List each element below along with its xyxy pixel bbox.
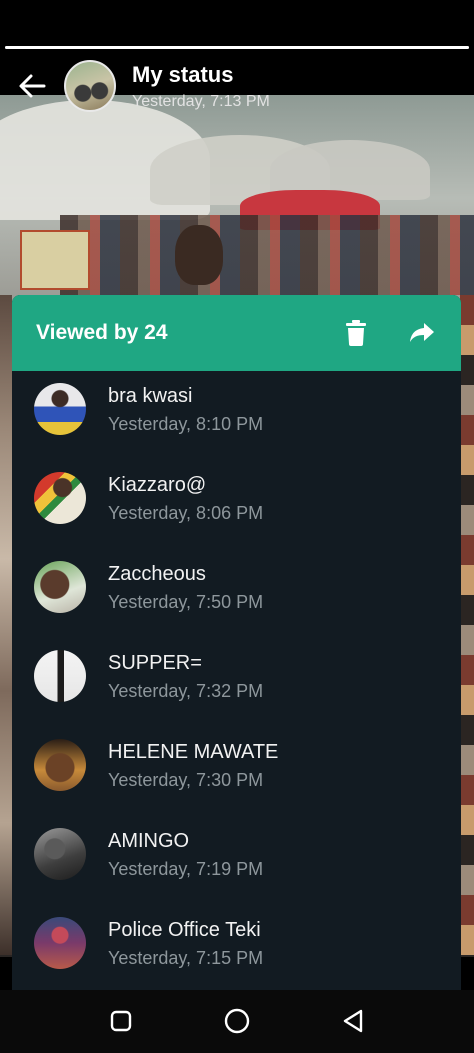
delete-button[interactable]: [341, 318, 371, 348]
viewer-avatar: [34, 561, 86, 613]
viewer-row[interactable]: AMINGO Yesterday, 7:19 PM: [12, 816, 461, 905]
viewers-count-title: Viewed by 24: [36, 321, 168, 344]
scene-edge-left: [0, 295, 12, 955]
circle-icon: [224, 1008, 250, 1034]
my-avatar[interactable]: [64, 60, 116, 112]
viewer-name: Zaccheous: [108, 563, 206, 585]
share-forward-icon: [410, 323, 434, 342]
scene-crowd: [60, 215, 474, 295]
viewer-name: bra kwasi: [108, 385, 193, 407]
viewer-name: SUPPER=: [108, 652, 202, 674]
viewer-name: Police Office Teki: [108, 919, 261, 941]
viewer-time: Yesterday, 7:32 PM: [108, 681, 264, 701]
viewer-row[interactable]: SUPPER= Yesterday, 7:32 PM: [12, 638, 461, 727]
scene-person: [175, 225, 223, 285]
viewer-row[interactable]: Kiazzaro@ Yesterday, 8:06 PM: [12, 460, 461, 549]
viewer-row[interactable]: Zaccheous Yesterday, 7:50 PM: [12, 549, 461, 638]
viewer-time: Yesterday, 7:50 PM: [108, 592, 264, 612]
scene-edge-right: [460, 295, 474, 955]
viewer-avatar: [34, 472, 86, 524]
viewer-avatar: [34, 828, 86, 880]
viewer-avatar: [34, 739, 86, 791]
viewer-avatar: [34, 650, 86, 702]
nav-home-button[interactable]: [220, 1004, 254, 1038]
system-nav-bar: [0, 990, 474, 1053]
viewer-row[interactable]: bra kwasi Yesterday, 8:10 PM: [12, 371, 461, 460]
trash-icon: [346, 320, 366, 346]
square-icon: [110, 1010, 132, 1032]
viewer-name: AMINGO: [108, 830, 190, 852]
triangle-back-icon: [343, 1009, 363, 1033]
viewer-avatar: [34, 383, 86, 435]
viewer-row[interactable]: Police Office Teki Yesterday, 7:15 PM: [12, 905, 461, 994]
nav-back-button[interactable]: [336, 1004, 370, 1038]
arrow-back-icon: [19, 74, 46, 98]
viewer-name: HELENE MAWATE: [108, 741, 279, 763]
viewer-time: Yesterday, 7:15 PM: [108, 948, 264, 968]
status-progress-fill: [5, 46, 469, 49]
viewer-time: Yesterday, 8:06 PM: [108, 503, 264, 523]
viewers-panel: Viewed by 24 bra kwasi Yesterday, 8:10 P…: [12, 295, 461, 995]
nav-recents-button[interactable]: [104, 1004, 138, 1038]
viewer-time: Yesterday, 8:10 PM: [108, 414, 264, 434]
viewer-time: Yesterday, 7:19 PM: [108, 859, 264, 879]
viewer-row[interactable]: HELENE MAWATE Yesterday, 7:30 PM: [12, 727, 461, 816]
viewer-name: Kiazzaro@: [108, 474, 207, 496]
viewer-avatar: [34, 917, 86, 969]
status-timestamp: Yesterday, 7:13 PM: [132, 93, 270, 110]
viewer-time: Yesterday, 7:30 PM: [108, 770, 264, 790]
viewers-panel-header[interactable]: Viewed by 24: [12, 295, 461, 371]
page-title: My status: [132, 62, 234, 87]
back-button[interactable]: [16, 70, 48, 102]
scene-sign: [20, 230, 90, 290]
forward-button[interactable]: [407, 318, 437, 348]
status-progress-bar: [5, 46, 469, 49]
